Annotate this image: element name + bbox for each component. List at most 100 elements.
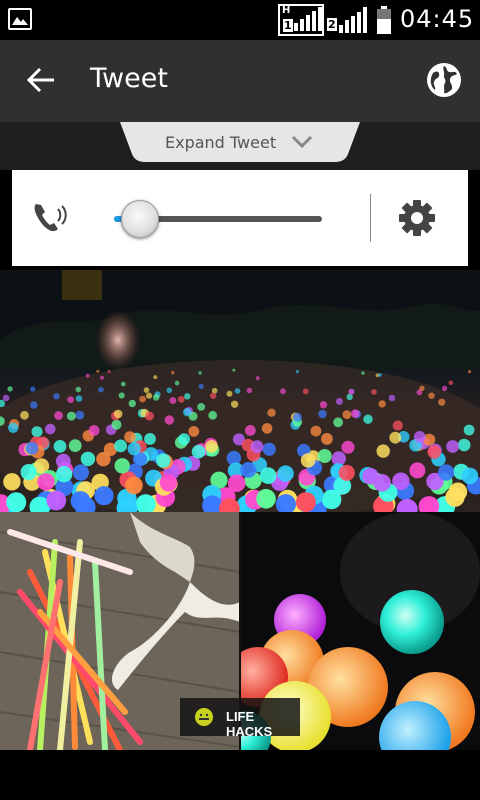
status-bar: H 1 2 04:45 <box>0 0 480 40</box>
glowing-balloon <box>188 426 200 437</box>
glowing-balloon <box>208 410 218 420</box>
glowing-balloon <box>20 410 29 420</box>
chevron-down-icon <box>291 135 313 149</box>
glowing-balloon <box>3 473 21 491</box>
glowing-balloon <box>321 433 333 445</box>
glowing-balloon <box>438 464 455 481</box>
glowing-balloon <box>2 394 10 402</box>
glowing-balloon <box>75 386 82 393</box>
glowing-balloon <box>448 482 468 502</box>
page-title: Tweet <box>90 63 168 94</box>
glowing-balloon <box>333 417 343 428</box>
glowing-balloon <box>211 387 218 394</box>
lifehacks-logo-icon <box>195 708 213 726</box>
glowing-balloon <box>227 474 246 492</box>
glowing-balloon <box>342 410 352 420</box>
glowing-balloon <box>144 433 156 445</box>
action-bar: Tweet <box>0 40 480 122</box>
glowing-balloon <box>361 371 365 375</box>
glowing-balloon <box>67 396 74 404</box>
glowing-balloon <box>346 393 353 401</box>
glowing-balloon <box>184 393 191 400</box>
glowing-balloon <box>226 390 233 397</box>
glowing-balloon <box>166 387 173 394</box>
glowing-balloon <box>240 462 257 478</box>
glowing-balloon <box>155 453 171 468</box>
expand-tweet-button[interactable]: Expand Tweet <box>120 122 360 162</box>
glowing-balloon <box>310 425 322 437</box>
glowing-balloon <box>376 444 390 458</box>
glowing-balloon <box>124 476 143 495</box>
glowing-balloon <box>319 401 328 409</box>
glowing-balloon <box>145 411 154 421</box>
glowing-balloon <box>388 394 396 402</box>
glowing-balloon <box>72 464 89 481</box>
sim1-signal-icon: H 1 <box>278 4 324 36</box>
glowing-balloon <box>261 423 273 434</box>
expand-tweet-label: Expand Tweet <box>165 133 277 152</box>
glowing-balloon <box>335 397 343 405</box>
glowing-balloon <box>20 464 37 481</box>
glowing-balloon <box>409 462 426 479</box>
phone-speaker-icon[interactable] <box>32 200 72 236</box>
sim1-label: 1 <box>283 19 293 32</box>
glowing-balloon <box>143 387 150 393</box>
glowing-balloon <box>45 423 56 435</box>
glowing-balloon <box>66 411 76 421</box>
glowing-balloon <box>75 395 83 402</box>
sim2-label: 2 <box>327 18 337 31</box>
glowing-balloon <box>392 420 403 431</box>
glowing-balloon <box>146 392 153 399</box>
glowing-balloon <box>177 395 185 403</box>
glowing-balloon <box>124 431 136 443</box>
glowing-balloon <box>438 398 446 406</box>
glowing-balloon <box>191 444 206 459</box>
glowing-balloon <box>54 411 63 420</box>
glowing-balloon <box>113 409 123 419</box>
glowing-balloon <box>8 422 19 433</box>
glowing-balloon <box>152 394 160 401</box>
glowing-balloon <box>183 408 192 417</box>
back-button[interactable] <box>22 60 62 100</box>
glowing-balloon <box>46 490 67 511</box>
glowing-balloon <box>198 371 202 375</box>
glowing-balloon <box>277 465 294 482</box>
glowing-balloon <box>300 453 316 468</box>
glowing-balloon <box>6 492 27 512</box>
glowing-balloon <box>262 442 276 456</box>
glowing-balloon <box>468 370 472 374</box>
gear-icon[interactable] <box>398 199 436 237</box>
glowing-balloon <box>416 389 423 396</box>
glowing-balloon <box>205 440 219 453</box>
glowing-balloon <box>153 375 158 380</box>
glowing-balloon <box>159 474 178 492</box>
volume-slider-thumb[interactable] <box>121 200 159 238</box>
status-clock: 04:45 <box>400 5 475 33</box>
glowing-balloon <box>197 403 206 411</box>
glowing-balloon <box>371 389 377 395</box>
glowing-balloon <box>295 492 316 512</box>
photo-glowing-balloons-field[interactable] <box>0 270 480 512</box>
glowing-balloon <box>280 388 286 395</box>
glowing-balloon <box>255 376 260 381</box>
glowing-balloon <box>139 395 147 403</box>
glowing-balloon <box>267 408 276 417</box>
globe-button[interactable] <box>424 60 464 100</box>
glowing-balloon <box>111 419 122 430</box>
glowing-balloon <box>246 387 253 394</box>
glowing-balloon <box>120 381 126 387</box>
glowing-balloon <box>348 388 355 395</box>
glowing-balloon <box>85 373 90 378</box>
glowing-balloon <box>350 409 360 418</box>
glowing-balloon <box>317 449 332 463</box>
glowing-balloon <box>94 486 114 506</box>
glowing-balloon <box>55 466 73 483</box>
glowing-balloon <box>107 369 111 374</box>
glowing-balloon <box>389 431 402 444</box>
glowing-balloon <box>118 392 125 399</box>
glowing-balloon <box>363 414 373 424</box>
glowing-balloon <box>30 401 38 409</box>
glowing-balloon <box>457 438 471 452</box>
life-hacks-label: LIFE HACKS <box>226 709 273 739</box>
sim2-signal-icon: 2 <box>327 4 371 36</box>
